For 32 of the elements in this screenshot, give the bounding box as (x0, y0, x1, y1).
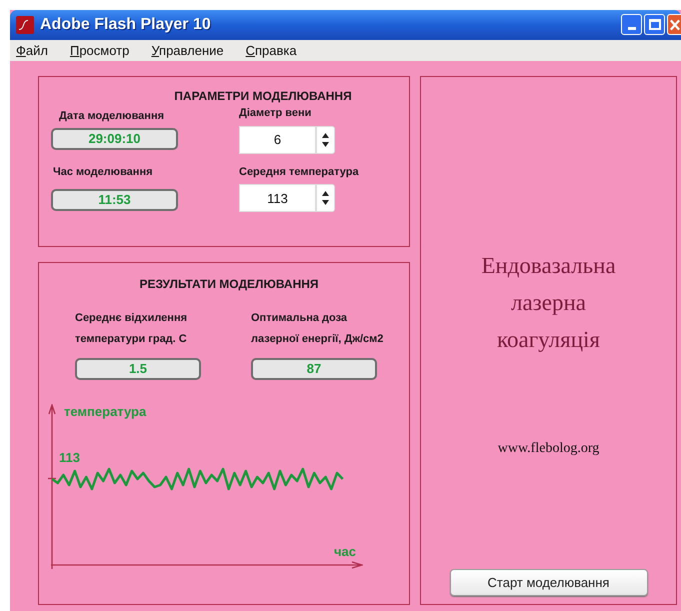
panel-title: РЕЗУЛЬТАТИ МОДЕЛЮВАННЯ (139, 276, 319, 293)
field-label: Діаметр вени (239, 106, 312, 121)
menu-item[interactable]: Справка (242, 40, 301, 60)
value-display: 29:09:10 (51, 128, 178, 150)
website-text: www.flebolog.org (498, 440, 600, 458)
value-display: 1.5 (75, 358, 201, 380)
panel-title: ПАРАМЕТРИ МОДЕЛЮВАННЯ (174, 88, 352, 105)
flash-icon (16, 16, 34, 34)
field-label: Оптимальна доза лазерної енергії, Дж/см2 (251, 311, 384, 347)
field-label: Середнє відхилення температури град. С (75, 311, 188, 347)
window-title: Adobe Flash Player 10 (40, 14, 212, 35)
field-label: Час моделювання (52, 164, 154, 180)
menu-item[interactable]: Просмотр (66, 40, 134, 60)
minimize-button[interactable] (621, 14, 642, 36)
number-field[interactable]: 113 (239, 184, 316, 212)
level-label: 113 (59, 449, 80, 467)
heading: Ендовазальна лазерна коагуляція (480, 252, 617, 354)
value-display: 87 (251, 358, 377, 380)
tick-mark (48, 477, 56, 480)
number-field[interactable]: 6 (239, 126, 316, 154)
value-display: 11:53 (51, 189, 178, 211)
field-label: Середня температура (239, 164, 360, 180)
start-button[interactable]: Старт моделювання (450, 569, 648, 596)
maximize-button[interactable] (644, 14, 665, 36)
axis-label: температура (64, 403, 146, 421)
menu-item[interactable]: Файл (12, 40, 52, 60)
spin-buttons[interactable] (316, 184, 335, 212)
field-label: Дата моделювання (58, 109, 166, 124)
spin-buttons[interactable] (316, 126, 335, 154)
axis-label: час (334, 543, 356, 561)
close-button[interactable] (667, 14, 681, 36)
menu-item[interactable]: Управление (147, 40, 228, 60)
